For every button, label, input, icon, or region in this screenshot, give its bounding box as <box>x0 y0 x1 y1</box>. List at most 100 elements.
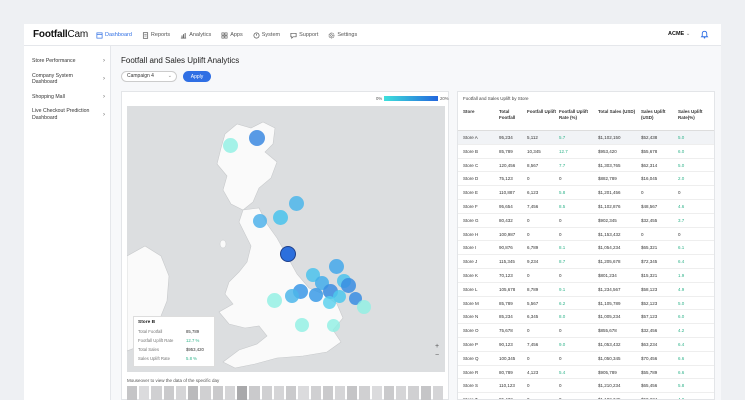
table-cell: 1.9 <box>678 272 685 278</box>
day-cell[interactable] <box>383 386 395 400</box>
day-cell[interactable] <box>371 386 382 400</box>
sidebar-item[interactable]: Live Checkout Prediction Dashboard › <box>24 104 110 125</box>
dashboard-icon <box>96 32 103 38</box>
table-row[interactable]: Store J 115,345 9,234 8.7 $1,205,678 $72,345 6… <box>458 255 714 269</box>
table-row[interactable]: Store R 80,789 4,123 5.4 $905,789 $55,789 6.6 <box>458 366 714 380</box>
column-header[interactable]: Footfall Uplift <box>527 109 557 115</box>
table-row[interactable]: Store N 85,234 6,345 8.0 $1,005,234 $57,123 6.… <box>458 310 714 325</box>
day-cell[interactable] <box>273 386 285 400</box>
day-cell[interactable] <box>310 386 321 400</box>
column-header[interactable]: Sales Uplift (USD) <box>641 109 676 120</box>
day-cell[interactable] <box>237 386 248 400</box>
zoom-out-button[interactable]: − <box>432 351 442 360</box>
day-cell[interactable] <box>396 386 407 400</box>
table-cell: 8.5 <box>559 203 566 209</box>
nav-support[interactable]: Support <box>290 32 318 39</box>
nav-reports[interactable]: Reports <box>142 31 170 39</box>
day-cell[interactable] <box>249 386 260 400</box>
column-header[interactable]: Total Sales (USD) <box>598 109 639 115</box>
table-row[interactable]: Store L 105,678 8,789 9.1 $1,234,567 $58,123 4… <box>458 283 714 297</box>
table-cell: 100,987 <box>499 231 516 237</box>
day-cell[interactable] <box>139 386 150 400</box>
day-cell[interactable] <box>163 386 174 400</box>
store-map[interactable]: Store B Total Footfall 85,789 Footfall Up… <box>127 106 445 372</box>
table-row[interactable]: Store I 90,876 6,789 8.1 $1,054,234 $65,321 6.… <box>458 241 714 256</box>
store-uplift-table: Store Total Footfall Footfall Uplift Footfa… <box>458 105 714 399</box>
store-marker[interactable] <box>273 210 288 225</box>
nav-settings[interactable]: Settings <box>328 32 357 39</box>
column-header[interactable]: Sales Uplift Rate(%) <box>678 109 712 120</box>
store-marker[interactable] <box>289 196 304 211</box>
store-marker[interactable] <box>295 318 309 332</box>
day-cell[interactable] <box>322 386 333 400</box>
store-marker[interactable] <box>329 259 344 274</box>
store-marker[interactable] <box>253 214 267 228</box>
table-cell: 6,789 <box>527 245 539 251</box>
table-cell: 9.0 <box>559 341 566 347</box>
map-panel: 0% 20% Store B Total Footfall 85,789 Foo… <box>121 91 449 400</box>
table-row[interactable]: Store O 75,678 0 0 $855,678 $32,456 4.2 <box>458 324 714 338</box>
apply-button[interactable]: Apply <box>183 71 211 82</box>
table-row[interactable]: Store Q 100,345 0 0 $1,050,345 $70,456 6.6 <box>458 352 714 366</box>
column-header[interactable]: Total Footfall <box>499 109 525 120</box>
table-row[interactable]: Store A 95,234 5,112 5.7 $1,102,150 $52,438 5.… <box>458 131 714 145</box>
table-row[interactable]: Store B 85,789 10,345 12.7 $953,420 $55,678 6.… <box>458 145 714 159</box>
column-header[interactable]: Footfall Uplift Rate (%) <box>559 109 596 120</box>
sidebar-item[interactable]: Store Performance › <box>24 54 110 69</box>
sidebar-item[interactable]: Shopping Mall › <box>24 90 110 105</box>
table-row[interactable]: Store P 90,123 7,456 9.0 $1,053,432 $63,234 6.… <box>458 338 714 352</box>
table-row[interactable]: Store S 110,123 0 0 $1,210,234 $65,456 5.8 <box>458 379 714 394</box>
day-cell[interactable] <box>127 386 138 400</box>
store-marker[interactable] <box>323 296 336 309</box>
day-cell[interactable] <box>200 386 211 400</box>
table-row[interactable]: Store M 85,789 5,567 6.2 $1,105,789 $52,123 5.… <box>458 297 714 311</box>
day-cell[interactable] <box>347 386 358 400</box>
table-row[interactable]: Store F 95,654 7,456 8.5 $1,102,876 $48,567 4.… <box>458 200 714 214</box>
support-icon <box>290 32 297 39</box>
store-marker[interactable] <box>223 138 238 153</box>
table-row[interactable]: Store H 100,987 0 0 $1,153,432 0 0 <box>458 228 714 242</box>
store-marker[interactable] <box>357 300 371 314</box>
day-cell[interactable] <box>224 386 236 400</box>
day-cell[interactable] <box>408 386 419 400</box>
nav-system[interactable]: System <box>253 32 280 39</box>
table-row[interactable]: Store E 110,887 6,123 5.8 $1,201,456 0 0 <box>458 186 714 200</box>
table-row[interactable]: Store C 120,456 8,567 7.7 $1,303,765 $62,314 5… <box>458 159 714 173</box>
column-header[interactable]: Store <box>463 109 497 115</box>
store-marker[interactable] <box>249 130 265 146</box>
day-cell[interactable] <box>212 386 223 400</box>
day-cell[interactable] <box>175 386 187 400</box>
zoom-in-button[interactable]: + <box>432 342 442 351</box>
table-row[interactable]: Store D 75,123 0 0 $882,789 $16,045 2.0 <box>458 172 714 187</box>
day-cell[interactable] <box>261 386 272 400</box>
store-marker[interactable] <box>309 288 323 302</box>
table-row[interactable]: Store G 80,432 0 0 $902,345 $32,455 3.7 <box>458 214 714 228</box>
store-marker-selected[interactable] <box>280 246 296 262</box>
day-cell[interactable] <box>334 386 346 400</box>
table-cell: 5.4 <box>559 369 566 375</box>
nav-analytics[interactable]: Analytics <box>180 32 211 39</box>
nav-dashboard[interactable]: Dashboard <box>96 32 132 39</box>
table-cell: 0 <box>559 355 562 361</box>
sidebar-item[interactable]: Company System Dashboard › <box>24 69 110 90</box>
table-cell: $855,678 <box>598 328 617 334</box>
day-cell[interactable] <box>359 386 370 400</box>
store-marker[interactable] <box>285 289 299 303</box>
table-cell: $32,455 <box>641 217 658 223</box>
nav-apps[interactable]: Apps <box>221 32 243 39</box>
store-marker[interactable] <box>267 293 282 308</box>
store-marker[interactable] <box>327 319 340 332</box>
campaign-select[interactable]: Campaign 4 ⌄ <box>121 71 177 82</box>
account-menu[interactable]: ACME ⌄ <box>668 31 690 37</box>
notification-icon[interactable] <box>700 30 709 39</box>
table-row[interactable]: Store K 70,123 0 0 $801,234 $15,321 1.9 <box>458 269 714 283</box>
day-cell[interactable] <box>432 386 444 400</box>
footfallcam-logo[interactable]: FootfallCam <box>33 29 88 40</box>
day-cell[interactable] <box>151 386 162 400</box>
day-cell[interactable] <box>286 386 297 400</box>
day-cell[interactable] <box>420 386 431 400</box>
day-cell[interactable] <box>188 386 199 400</box>
day-cell[interactable] <box>298 386 309 400</box>
store-marker[interactable] <box>341 278 356 293</box>
table-row[interactable]: Store T 95,432 0 0 $1,102,345 $50,234 4.8 <box>458 393 714 399</box>
